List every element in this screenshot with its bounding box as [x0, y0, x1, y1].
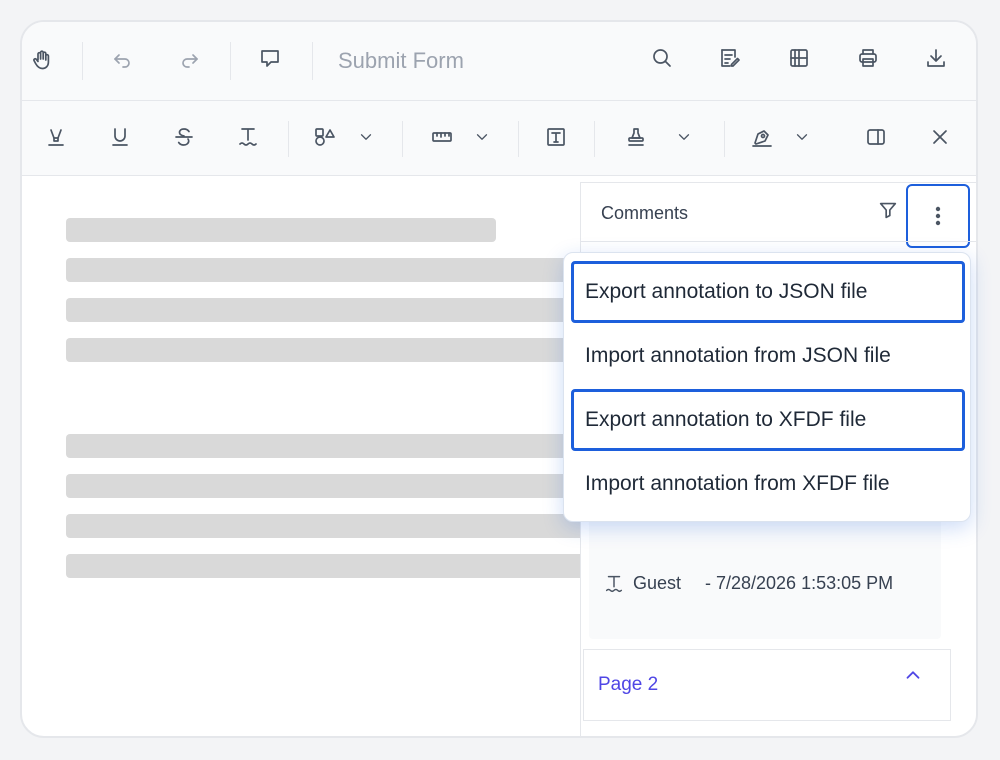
pan-hand-icon[interactable] [22, 40, 62, 80]
comment-author: Guest [633, 573, 682, 593]
strikethrough-icon[interactable] [164, 117, 204, 157]
undo-icon[interactable] [102, 40, 142, 80]
measure-icon[interactable] [422, 117, 462, 157]
organize-pages-icon[interactable] [779, 38, 819, 78]
chevron-down-icon[interactable] [782, 117, 822, 157]
text-placeholder-line [66, 218, 496, 242]
text-placeholder-line [66, 298, 586, 322]
menu-item-export-json[interactable]: Export annotation to JSON file [571, 261, 965, 323]
shapes-icon[interactable] [304, 117, 344, 157]
search-icon[interactable] [642, 38, 682, 78]
comment-date: - 7/28/2026 1:53:05 PM [705, 573, 894, 593]
highlight-icon[interactable] [36, 117, 76, 157]
primary-toolbar: Submit Form [22, 22, 976, 101]
toolbar-divider [288, 121, 289, 157]
annotation-edit-icon[interactable] [710, 38, 750, 78]
free-text-icon[interactable] [536, 117, 576, 157]
panel-title: Comments [601, 203, 689, 223]
more-vertical-icon [935, 206, 941, 226]
toolbar-divider [518, 121, 519, 157]
squiggly-annotation-icon [601, 571, 627, 597]
chevron-down-icon[interactable] [346, 117, 386, 157]
chevron-up-icon[interactable] [902, 664, 930, 692]
annotation-toolbar [22, 101, 976, 176]
stamp-icon[interactable] [616, 117, 656, 157]
redo-icon[interactable] [170, 40, 210, 80]
toolbar-divider [594, 121, 595, 157]
comment-icon[interactable] [250, 38, 290, 78]
comment-card[interactable]: Guest - 7/28/2026 1:53:05 PM [589, 513, 941, 639]
chevron-down-icon[interactable] [462, 117, 502, 157]
menu-item-import-xfdf[interactable]: Import annotation from XFDF file [571, 453, 965, 515]
download-icon[interactable] [916, 38, 956, 78]
close-icon[interactable] [920, 117, 960, 157]
toolbar-divider [724, 121, 725, 157]
text-placeholder-line [66, 474, 586, 498]
menu-item-export-xfdf[interactable]: Export annotation to XFDF file [571, 389, 965, 451]
toolbar-divider [402, 121, 403, 157]
page-group-label: Page 2 [598, 674, 659, 695]
underline-icon[interactable] [100, 117, 140, 157]
page-group-header[interactable]: Page 2 [583, 649, 951, 721]
panel-toggle-icon[interactable] [856, 117, 896, 157]
submit-form-button[interactable]: Submit Form [338, 48, 464, 74]
text-placeholder-line [66, 554, 586, 578]
text-placeholder-line [66, 338, 586, 362]
text-placeholder-line [66, 434, 586, 458]
filter-icon[interactable] [873, 195, 903, 225]
menu-item-import-json[interactable]: Import annotation from JSON file [571, 325, 965, 387]
toolbar-divider [312, 42, 313, 80]
more-options-button[interactable] [906, 184, 970, 248]
toolbar-divider [230, 42, 231, 80]
chevron-down-icon[interactable] [664, 117, 704, 157]
text-placeholder-line [66, 514, 586, 538]
toolbar-divider [82, 42, 83, 80]
signature-icon[interactable] [742, 117, 782, 157]
print-icon[interactable] [848, 38, 888, 78]
more-options-menu: Export annotation to JSON file Import an… [563, 252, 971, 522]
panel-divider [581, 241, 976, 242]
squiggly-icon[interactable] [228, 117, 268, 157]
text-placeholder-line [66, 258, 586, 282]
